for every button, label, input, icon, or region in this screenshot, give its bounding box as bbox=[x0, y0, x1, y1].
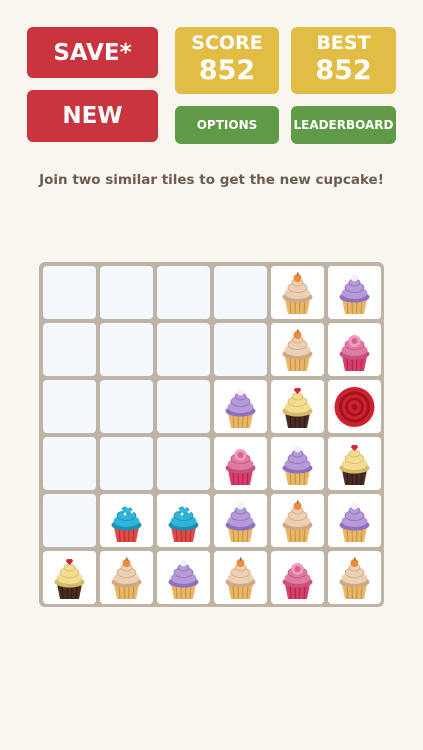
empty-cell bbox=[43, 266, 96, 319]
cupcake-tile bbox=[157, 551, 210, 604]
new-game-button[interactable]: NEW bbox=[27, 90, 158, 142]
save-button[interactable]: SAVE* bbox=[27, 27, 158, 78]
cupcake-tile bbox=[214, 437, 267, 490]
vanilla-orange-cupcake-icon bbox=[271, 494, 324, 547]
chocolate-cherry-cupcake-icon bbox=[43, 551, 96, 604]
empty-cell bbox=[100, 437, 153, 490]
cupcake-tile bbox=[271, 266, 324, 319]
cupcake-tile bbox=[271, 323, 324, 376]
cupcake-tile bbox=[271, 437, 324, 490]
empty-cell bbox=[214, 266, 267, 319]
purple-cupcake-icon bbox=[214, 494, 267, 547]
purple-cupcake-icon bbox=[157, 551, 210, 604]
cupcake-tile bbox=[43, 551, 96, 604]
score-label: SCORE bbox=[191, 32, 263, 54]
cupcake-tile bbox=[328, 266, 381, 319]
game-board[interactable] bbox=[39, 262, 384, 607]
best-score-box: BEST 852 bbox=[291, 27, 396, 94]
vanilla-orange-cupcake-icon bbox=[328, 551, 381, 604]
cupcake-tile bbox=[328, 551, 381, 604]
score-value: 852 bbox=[198, 55, 256, 86]
cupcake-tile bbox=[271, 494, 324, 547]
score-box: SCORE 852 bbox=[175, 27, 279, 94]
cupcake-tile bbox=[328, 437, 381, 490]
best-label: BEST bbox=[316, 32, 371, 54]
cupcake-tile bbox=[271, 551, 324, 604]
cupcake-tile bbox=[100, 494, 153, 547]
vanilla-orange-cupcake-icon bbox=[214, 551, 267, 604]
blue-cupcake-icon bbox=[157, 494, 210, 547]
red-rose-cupcake-icon bbox=[328, 380, 381, 433]
cupcake-tile bbox=[328, 494, 381, 547]
vanilla-orange-cupcake-icon bbox=[271, 266, 324, 319]
empty-cell bbox=[100, 323, 153, 376]
empty-cell bbox=[157, 437, 210, 490]
purple-cupcake-icon bbox=[328, 494, 381, 547]
vanilla-orange-cupcake-icon bbox=[271, 323, 324, 376]
chocolate-cherry-cupcake-icon bbox=[271, 380, 324, 433]
empty-cell bbox=[43, 494, 96, 547]
empty-cell bbox=[100, 266, 153, 319]
pink-rose-cupcake-icon bbox=[271, 551, 324, 604]
cupcake-tile bbox=[328, 323, 381, 376]
best-value: 852 bbox=[315, 55, 372, 86]
empty-cell bbox=[43, 323, 96, 376]
leaderboard-button[interactable]: LEADERBOARD bbox=[291, 106, 396, 144]
pink-rose-cupcake-icon bbox=[328, 323, 381, 376]
empty-cell bbox=[157, 323, 210, 376]
empty-cell bbox=[100, 380, 153, 433]
cupcake-tile bbox=[157, 494, 210, 547]
cupcake-tile bbox=[271, 380, 324, 433]
instruction-text: Join two similar tiles to get the new cu… bbox=[39, 172, 384, 188]
empty-cell bbox=[214, 323, 267, 376]
blue-cupcake-icon bbox=[100, 494, 153, 547]
cupcake-tile bbox=[100, 551, 153, 604]
empty-cell bbox=[157, 380, 210, 433]
empty-cell bbox=[43, 437, 96, 490]
chocolate-cherry-cupcake-icon bbox=[328, 437, 381, 490]
cupcake-tile bbox=[214, 380, 267, 433]
cupcake-tile bbox=[214, 494, 267, 547]
purple-cupcake-icon bbox=[328, 266, 381, 319]
empty-cell bbox=[157, 266, 210, 319]
empty-cell bbox=[43, 380, 96, 433]
options-button[interactable]: OPTIONS bbox=[175, 106, 279, 144]
purple-cupcake-icon bbox=[271, 437, 324, 490]
vanilla-orange-cupcake-icon bbox=[100, 551, 153, 604]
purple-cupcake-icon bbox=[214, 380, 267, 433]
pink-rose-cupcake-icon bbox=[214, 437, 267, 490]
cupcake-tile bbox=[328, 380, 381, 433]
cupcake-tile bbox=[214, 551, 267, 604]
